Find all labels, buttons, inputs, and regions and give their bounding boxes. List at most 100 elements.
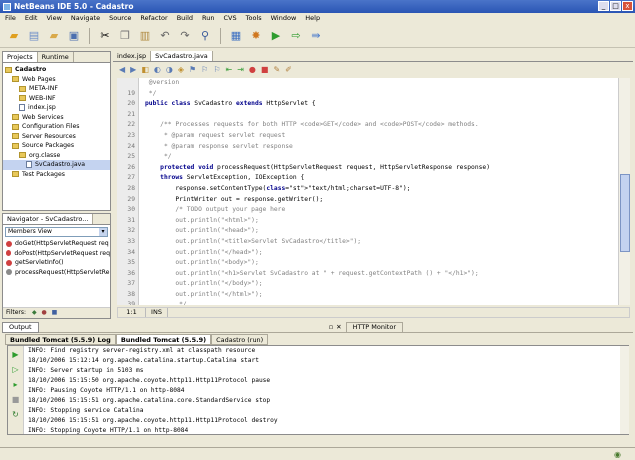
comment-icon[interactable]: ✎: [273, 65, 280, 74]
editor-vertical-scrollbar[interactable]: [618, 78, 630, 305]
tab-cadastro-run[interactable]: Cadastro (run): [211, 334, 269, 345]
menu-file[interactable]: File: [5, 13, 16, 24]
code-editor[interactable]: @version 19 */20 public class SvCadastro e…: [117, 78, 618, 305]
tree-node[interactable]: META-INF: [3, 84, 110, 94]
code-text: out.println("</html>");: [145, 290, 263, 298]
find-next-icon[interactable]: ◑: [166, 65, 173, 74]
menu-refactor[interactable]: Refactor: [140, 13, 167, 24]
redo-icon[interactable]: ↷: [177, 28, 193, 44]
menu-window[interactable]: Window: [271, 13, 297, 24]
output-scrollbar[interactable]: [620, 346, 629, 434]
find-previous-icon[interactable]: ◐: [154, 65, 161, 74]
find-icon[interactable]: ⚲: [197, 28, 213, 44]
tree-node[interactable]: Web Pages: [3, 75, 110, 85]
code-text: */: [145, 89, 157, 97]
tree-node[interactable]: Source Packages: [3, 141, 110, 151]
menu-run[interactable]: Run: [202, 13, 214, 24]
code-text: throws ServletException, IOException {: [160, 174, 305, 182]
new-file-icon[interactable]: ▤: [26, 28, 42, 44]
navigator-member[interactable]: doPost(HttpServletRequest req: [3, 249, 110, 259]
output-title[interactable]: Output: [2, 321, 39, 333]
output-tabs: Bundled Tomcat (5.5.9) Log Bundled Tomca…: [5, 334, 630, 345]
tree-node[interactable]: Configuration Files: [3, 122, 110, 132]
tab-index-jsp[interactable]: index.jsp: [113, 51, 152, 61]
minimize-output-icon[interactable]: ▫: [329, 323, 333, 331]
tab-svcadastro-java[interactable]: SvCadastro.java: [151, 51, 213, 61]
menu-view[interactable]: View: [46, 13, 61, 24]
menu-cvs[interactable]: CVS: [223, 13, 236, 24]
menu-help[interactable]: Help: [305, 13, 320, 24]
undo-icon[interactable]: ↶: [157, 28, 173, 44]
tree-node[interactable]: org.classe: [3, 151, 110, 161]
navigator-member[interactable]: processRequest(HttpServletRe: [3, 268, 110, 278]
toggle-highlight-icon[interactable]: ◈: [178, 65, 184, 74]
tree-node[interactable]: Cadastro: [3, 65, 110, 75]
save-all-icon[interactable]: ▣: [66, 28, 82, 44]
clean-build-icon[interactable]: ✸: [248, 28, 264, 44]
new-project-icon[interactable]: ▰: [6, 28, 22, 44]
code-text: * @param request servlet request: [145, 131, 286, 139]
back-icon[interactable]: ◀: [119, 65, 125, 74]
menu-navigate[interactable]: Navigate: [71, 13, 100, 24]
forward-icon[interactable]: ▶: [130, 65, 136, 74]
shift-left-icon[interactable]: ⇤: [226, 65, 233, 74]
output-line: INFO: Stopping Coyote HTTP/1.1 on http-8…: [28, 427, 189, 434]
close-button[interactable]: x: [622, 1, 633, 11]
stop-macro-icon[interactable]: ■: [261, 65, 269, 74]
shift-right-icon[interactable]: ⇥: [237, 65, 244, 74]
paste-icon[interactable]: ▥: [137, 28, 153, 44]
record-macro-icon[interactable]: ●: [249, 65, 256, 74]
tree-node[interactable]: WEB-INF: [3, 94, 110, 104]
profile-icon[interactable]: ⇛: [308, 28, 324, 44]
minimize-button[interactable]: _: [598, 1, 609, 11]
code-text: /** Processes requests for both HTTP <co…: [145, 121, 479, 129]
tree-node[interactable]: index.jsp: [3, 103, 110, 113]
tab-http-monitor[interactable]: HTTP Monitor: [345, 321, 403, 333]
filter-static-icon[interactable]: ●: [41, 309, 46, 316]
member-label: getServletInfo(): [15, 259, 64, 266]
tree-node[interactable]: SvCadastro.java: [3, 160, 110, 170]
open-project-icon[interactable]: ▰: [46, 28, 62, 44]
previous-bookmark-icon[interactable]: ⚐: [201, 65, 208, 74]
tab-tomcat-log[interactable]: Bundled Tomcat (5.5.9) Log: [5, 334, 116, 345]
tree-node-label: index.jsp: [28, 104, 56, 111]
tab-tomcat[interactable]: Bundled Tomcat (5.5.9): [115, 334, 212, 345]
copy-icon[interactable]: ❐: [117, 28, 133, 44]
tab-projects[interactable]: Projects: [3, 52, 38, 62]
find-selection-icon[interactable]: ◧: [141, 65, 149, 74]
next-bookmark-icon[interactable]: ⚐: [213, 65, 220, 74]
output-console[interactable]: ▶ ▷ ▸ ■ ↻ INFO: Find registry server-reg…: [7, 345, 629, 435]
code-text: out.println("</head>");: [145, 248, 263, 256]
rerun-icon[interactable]: ▶: [12, 350, 18, 359]
menu-build[interactable]: Build: [177, 13, 193, 24]
navigator-view-select[interactable]: Members View ▾: [5, 227, 108, 237]
menu-source[interactable]: Source: [109, 13, 131, 24]
navigator-member[interactable]: getServletInfo(): [3, 258, 110, 268]
menu-tools[interactable]: Tools: [246, 13, 262, 24]
rerun-with-different-params-icon[interactable]: ▷: [12, 365, 18, 374]
tree-node[interactable]: Web Services: [3, 113, 110, 123]
line-number: 29: [127, 195, 135, 203]
cut-icon[interactable]: ✂: [97, 28, 113, 44]
start-icon[interactable]: ▸: [13, 380, 17, 389]
filter-inherited-icon[interactable]: ■: [52, 309, 58, 316]
maximize-button[interactable]: □: [610, 1, 621, 11]
debug-main-project-icon[interactable]: ⇨: [288, 28, 304, 44]
menu-edit[interactable]: Edit: [25, 13, 38, 24]
scrollbar-thumb[interactable]: [620, 174, 630, 252]
uncomment-icon[interactable]: ✐: [285, 65, 292, 74]
navigator-filter-bar: Filters: ◆ ● ■: [3, 307, 110, 318]
tree-node[interactable]: Test Packages: [3, 170, 110, 180]
editor-status-bar: 1:1 INS: [117, 307, 630, 318]
tree-node[interactable]: Server Resources: [3, 132, 110, 142]
stop-icon[interactable]: ■: [12, 395, 20, 404]
close-output-icon[interactable]: ✕: [336, 323, 341, 331]
navigator-member[interactable]: doGet(HttpServletRequest req: [3, 239, 110, 249]
output-line: 18/10/2006 15:12:14 org.apache.catalina.…: [28, 357, 259, 364]
toggle-bookmark-icon[interactable]: ⚑: [189, 65, 196, 74]
tab-runtime[interactable]: Runtime: [38, 52, 74, 62]
filter-fields-icon[interactable]: ◆: [32, 309, 37, 316]
build-main-project-icon[interactable]: ▦: [228, 28, 244, 44]
refresh-icon[interactable]: ↻: [12, 410, 19, 419]
run-main-project-icon[interactable]: ▶: [268, 28, 284, 44]
